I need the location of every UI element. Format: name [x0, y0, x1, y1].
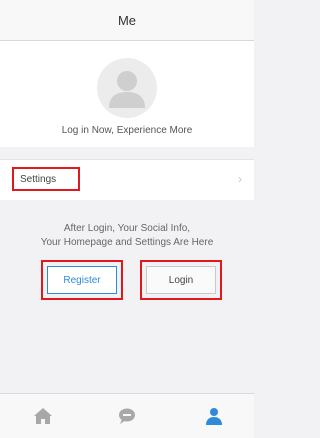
person-icon	[206, 408, 222, 425]
login-button[interactable]: Login	[146, 266, 216, 294]
tab-messages[interactable]	[112, 402, 142, 430]
register-button-label: Register	[63, 274, 101, 286]
settings-label: Settings	[12, 167, 80, 191]
login-button-highlight: Login	[140, 260, 222, 300]
chat-bubble-icon	[119, 408, 135, 424]
tab-me[interactable]	[199, 402, 229, 430]
user-silhouette-icon	[109, 71, 145, 108]
register-button-highlight: Register	[41, 260, 123, 300]
login-button-label: Login	[168, 274, 194, 286]
tab-bar	[0, 393, 254, 438]
login-description-line1: After Login, Your Social Info,	[63, 223, 191, 234]
home-icon	[34, 408, 52, 424]
login-area: After Login, Your Social Info, Your Home…	[0, 200, 254, 393]
navigation-bar: Me	[0, 0, 254, 41]
login-description: After Login, Your Social Info, Your Home…	[0, 222, 254, 250]
login-prompt[interactable]: Log in Now, Experience More	[0, 125, 254, 136]
settings-row[interactable]: Settings ›	[0, 159, 254, 201]
section-divider	[0, 147, 254, 159]
avatar[interactable]	[97, 58, 157, 118]
profile-section[interactable]: Log in Now, Experience More	[0, 41, 254, 147]
page-title: Me	[117, 12, 137, 28]
settings-label-text: Settings	[20, 173, 57, 185]
tab-home[interactable]	[28, 402, 58, 430]
login-description-line2: Your Homepage and Settings Are Here	[40, 237, 214, 248]
register-button[interactable]: Register	[47, 266, 117, 294]
chevron-right-icon: ›	[238, 172, 242, 186]
